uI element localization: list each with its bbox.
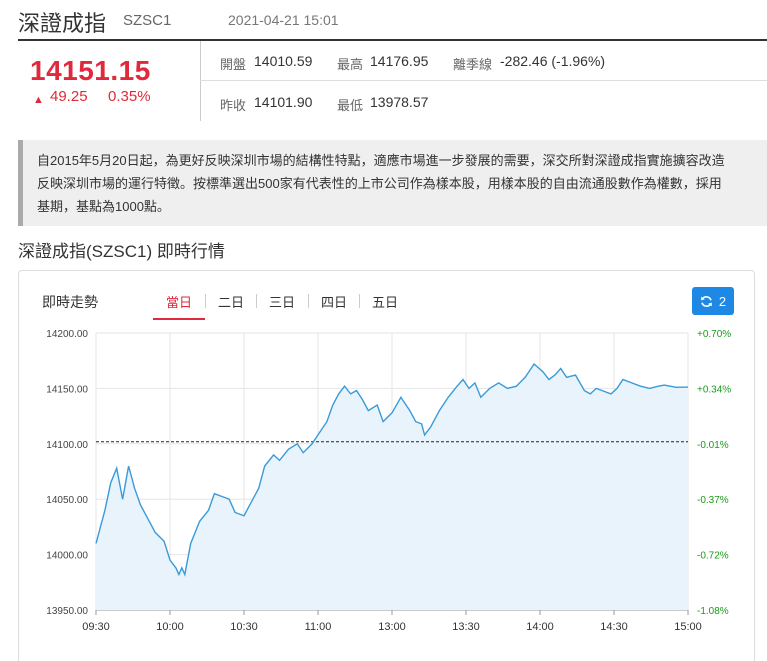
y-tick-label: 14000.00 <box>46 551 88 562</box>
y2-tick-label: +0.34% <box>697 384 731 395</box>
x-tick-label: 11:00 <box>305 621 332 633</box>
y2-tick-label: -0.01% <box>697 440 729 451</box>
x-tick-label: 15:00 <box>674 621 702 633</box>
x-tick-label: 14:30 <box>600 621 628 633</box>
x-tick-label: 09:30 <box>82 621 110 633</box>
y-tick-label: 14200.00 <box>46 329 88 340</box>
x-tick-label: 13:30 <box>452 621 480 633</box>
x-tick-label: 14:00 <box>526 621 554 633</box>
y-tick-label: 13950.00 <box>46 606 88 617</box>
intraday-chart: 14200.00 +0.70% 14150.00 +0.34% 14100.00 -0.0… <box>46 329 731 633</box>
y2-tick-label: -0.72% <box>697 551 729 562</box>
y2-tick-label: -0.37% <box>697 495 729 506</box>
y-tick-label: 14100.00 <box>46 440 88 451</box>
x-tick-label: 10:00 <box>156 621 184 633</box>
y2-tick-label: -1.08% <box>697 606 729 617</box>
y2-tick-label: +0.70% <box>697 329 731 340</box>
y-tick-label: 14150.00 <box>46 384 88 395</box>
y-tick-label: 14050.00 <box>46 495 88 506</box>
x-tick-label: 10:30 <box>230 621 258 633</box>
x-tick-label: 13:00 <box>378 621 406 633</box>
